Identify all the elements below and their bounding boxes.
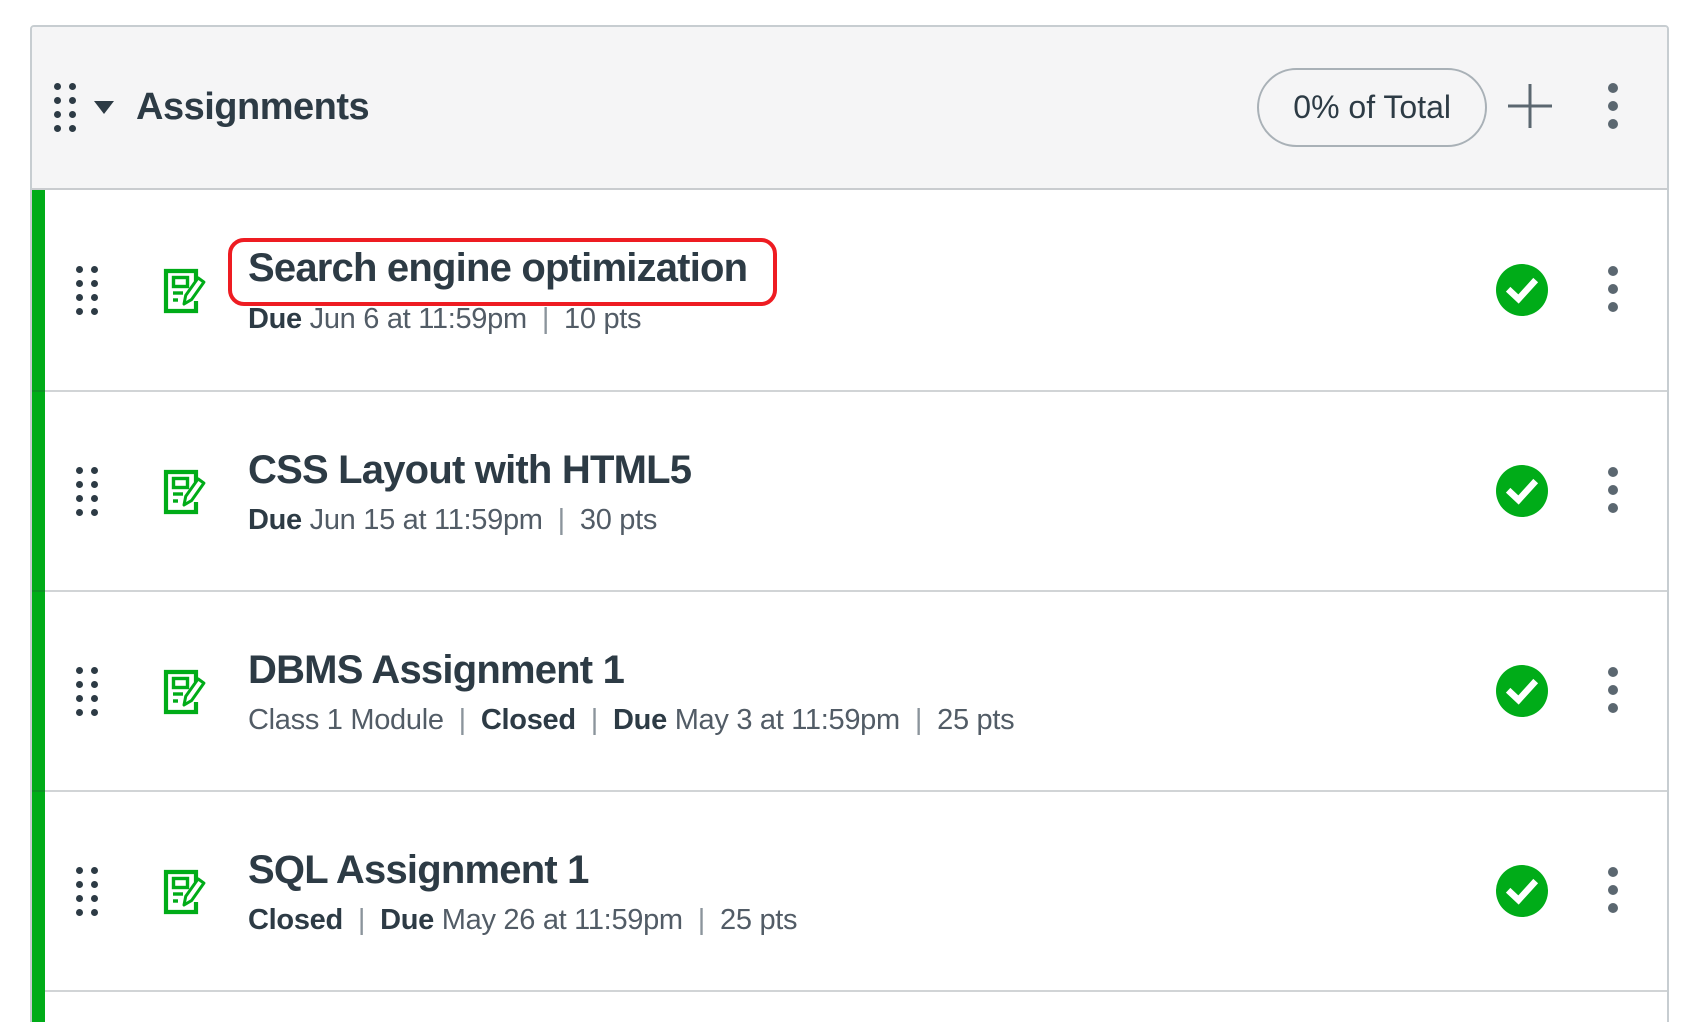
- assignment-row: DBMS Assignment 1 Class 1 Module | Closed | D…: [32, 590, 1667, 790]
- published-check-icon[interactable]: [1495, 464, 1549, 518]
- assignment-rows-list: Search engine optimization Due Jun 6 at 1…: [32, 190, 1667, 990]
- assignments-group-header: Assignments 0% of Total: [32, 27, 1667, 190]
- group-weight-badge: 0% of Total: [1257, 68, 1487, 147]
- detail-separator: |: [698, 904, 705, 936]
- detail-separator: |: [542, 303, 549, 335]
- assignment-details: Due Jun 6 at 11:59pm | 10 pts: [248, 303, 777, 336]
- detail-separator: |: [358, 904, 365, 936]
- detail-segment: 25 pts: [937, 704, 1014, 736]
- assignment-text: DBMS Assignment 1 Class 1 Module | Closed | D…: [248, 646, 1014, 737]
- assignment-title-line: SQL Assignment 1: [248, 846, 797, 894]
- assignment-menu-button[interactable]: [1607, 265, 1619, 316]
- assignment-icon: [153, 463, 209, 519]
- group-title: Assignments: [136, 86, 369, 129]
- detail-separator: |: [459, 704, 466, 736]
- kebab-menu-icon: [1607, 82, 1619, 133]
- kebab-menu-icon: [1607, 466, 1619, 517]
- assignment-row: CSS Layout with HTML5 Due Jun 15 at 11:59…: [32, 390, 1667, 590]
- detail-segment: May 3 at 11:59pm: [675, 704, 900, 736]
- detail-separator: |: [558, 504, 565, 536]
- assignment-title-line: CSS Layout with HTML5: [248, 446, 691, 494]
- detail-separator: |: [915, 704, 922, 736]
- assignment-menu-button[interactable]: [1607, 466, 1619, 517]
- drag-handle-icon[interactable]: [76, 867, 98, 916]
- assignment-title-line: DBMS Assignment 1: [248, 646, 1014, 694]
- detail-segment: Due: [248, 504, 310, 536]
- assignment-icon: [153, 262, 209, 318]
- assignment-menu-button[interactable]: [1607, 666, 1619, 717]
- assignment-title-line: Search engine optimization: [248, 245, 777, 293]
- detail-segment: Due: [248, 303, 310, 335]
- assignment-title-link[interactable]: DBMS Assignment 1: [248, 648, 624, 692]
- published-check-icon[interactable]: [1495, 664, 1549, 718]
- assignment-details: Due Jun 15 at 11:59pm | 30 pts: [248, 504, 691, 537]
- assignment-text: CSS Layout with HTML5 Due Jun 15 at 11:59…: [248, 446, 691, 537]
- triangle-down-icon: [94, 101, 114, 114]
- detail-segment: Jun 15 at 11:59pm: [310, 504, 543, 536]
- detail-segment: 10 pts: [564, 303, 641, 335]
- detail-segment: Class 1 Module: [248, 704, 444, 736]
- published-check-icon[interactable]: [1495, 263, 1549, 317]
- assignment-row: Search engine optimization Due Jun 6 at 1…: [32, 190, 1667, 390]
- assignment-icon: [153, 663, 209, 719]
- assignment-title-link[interactable]: SQL Assignment 1: [248, 848, 589, 892]
- drag-handle-icon[interactable]: [76, 266, 98, 315]
- detail-segment: Closed: [248, 904, 343, 936]
- add-assignment-button[interactable]: [1505, 81, 1555, 134]
- assignment-text: Search engine optimization Due Jun 6 at 1…: [248, 245, 777, 336]
- drag-handle-icon[interactable]: [76, 667, 98, 716]
- detail-segment: 30 pts: [580, 504, 657, 536]
- assignments-group-panel: Assignments 0% of Total Search engine op…: [30, 25, 1669, 1022]
- drag-handle-icon[interactable]: [76, 467, 98, 516]
- assignment-details: Closed | Due May 26 at 11:59pm | 25 pts: [248, 904, 797, 937]
- assignment-icon: [153, 863, 209, 919]
- group-drag-handle-icon[interactable]: [54, 83, 76, 132]
- kebab-menu-icon: [1607, 265, 1619, 316]
- kebab-menu-icon: [1607, 866, 1619, 917]
- assignment-text: SQL Assignment 1 Closed | Due May 26 at 11:…: [248, 846, 797, 937]
- assignment-menu-button[interactable]: [1607, 866, 1619, 917]
- detail-segment: Due: [380, 904, 442, 936]
- plus-icon: [1505, 81, 1555, 134]
- detail-segment: May 26 at 11:59pm: [442, 904, 683, 936]
- collapse-group-button[interactable]: [94, 101, 114, 114]
- assignment-title-link[interactable]: CSS Layout with HTML5: [248, 448, 691, 492]
- assignment-rows: Search engine optimization Due Jun 6 at 1…: [32, 190, 1667, 1022]
- detail-segment: Jun 6 at 11:59pm: [310, 303, 527, 335]
- assignment-details: Class 1 Module | Closed | Due May 3 at 11:59…: [248, 704, 1014, 737]
- detail-separator: |: [591, 704, 598, 736]
- assignment-row: SQL Assignment 1 Closed | Due May 26 at 11:…: [32, 790, 1667, 990]
- detail-segment: Due: [613, 704, 675, 736]
- detail-segment: 25 pts: [720, 904, 797, 936]
- assignment-row-partial: [32, 990, 1667, 1022]
- assignment-title-link[interactable]: Search engine optimization: [248, 246, 747, 290]
- annotation-highlight-box: Search engine optimization: [228, 238, 777, 306]
- detail-segment: Closed: [481, 704, 576, 736]
- published-check-icon[interactable]: [1495, 864, 1549, 918]
- canvas-assignments-screen: Assignments 0% of Total Search engine op…: [0, 0, 1694, 1022]
- group-menu-button[interactable]: [1607, 82, 1619, 133]
- kebab-menu-icon: [1607, 666, 1619, 717]
